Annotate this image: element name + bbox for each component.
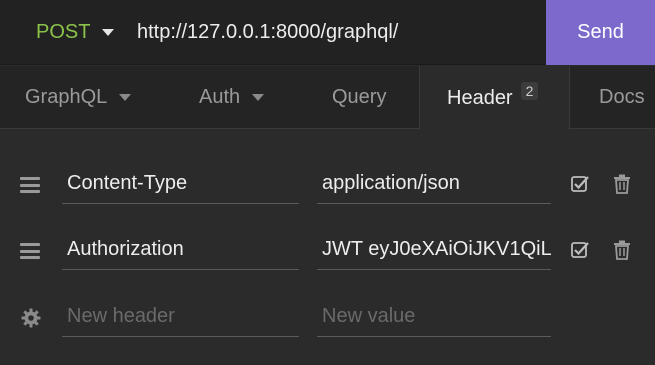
send-button[interactable]: Send [546,0,655,65]
tab-label: Header [447,86,513,109]
drag-handle-icon[interactable] [20,243,40,259]
url-input[interactable]: http://127.0.0.1:8000/graphql/ [137,0,537,65]
tab-label: Auth [199,86,241,108]
chevron-down-icon [252,94,265,101]
new-header-row: New header New value [0,284,655,351]
tab-auth[interactable]: Auth [199,66,265,129]
header-value-input[interactable]: JWT eyJ0eXAiOiJKV1QiL [317,230,551,270]
new-header-value-input[interactable]: New value [317,297,551,337]
header-value-input[interactable]: application/json [317,164,551,204]
tab-query[interactable]: Query [332,66,386,129]
header-name-input[interactable]: Authorization [62,230,299,270]
drag-handle-icon[interactable] [20,177,40,193]
trash-icon[interactable] [613,174,631,194]
gear-icon [21,308,41,328]
header-row: Content-Type application/json [0,150,655,217]
tab-label: Docs [599,86,645,108]
checkbox-checked-icon[interactable] [570,240,590,260]
chevron-down-icon [119,94,132,101]
tab-graphql[interactable]: GraphQL [25,66,132,129]
request-panel: POST http://127.0.0.1:8000/graphql/ Send… [0,0,655,365]
chevron-down-icon [102,29,115,36]
method-label: POST [36,21,91,43]
tab-docs[interactable]: Docs [599,66,645,129]
url-bar: POST http://127.0.0.1:8000/graphql/ Send [0,0,655,65]
method-dropdown[interactable]: POST [36,0,115,65]
header-row: Authorization JWT eyJ0eXAiOiJKV1QiL [0,217,655,284]
new-header-name-input[interactable]: New header [62,297,299,337]
trash-icon[interactable] [613,240,631,260]
tab-label: Query [332,86,387,108]
header-name-input[interactable]: Content-Type [62,164,299,204]
request-tabs: GraphQL Auth Query Header 2 Docs [0,66,655,130]
tab-label: GraphQL [25,86,108,108]
checkbox-checked-icon[interactable] [570,174,590,194]
tab-header[interactable]: Header 2 [419,66,570,130]
header-count-badge: 2 [520,82,539,100]
